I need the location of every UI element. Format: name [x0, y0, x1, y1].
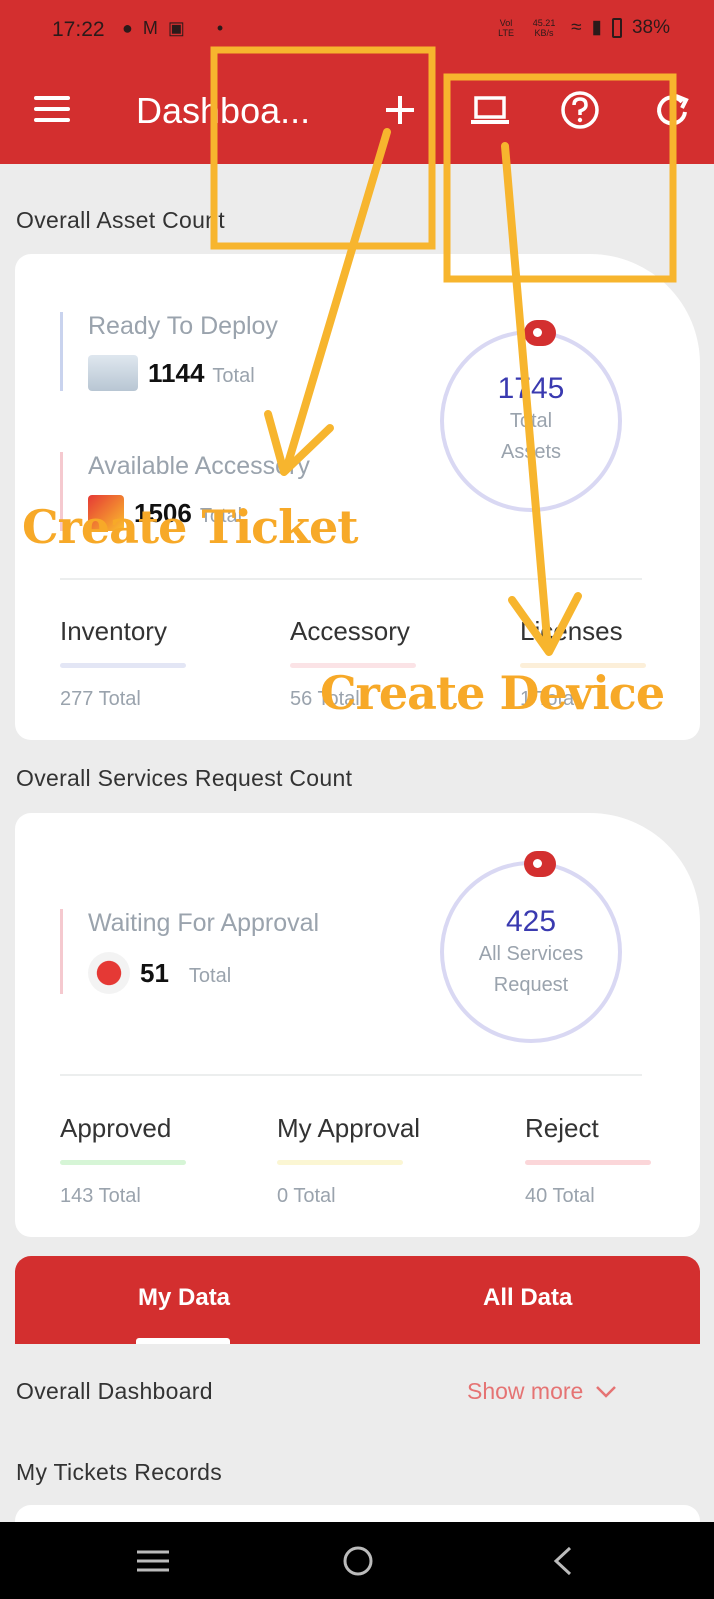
- create-device-annotation: Create Device: [320, 666, 665, 720]
- laptop-highlight-box: [443, 73, 677, 283]
- create-device-arrow: [501, 142, 552, 654]
- create-ticket-annotation: Create Ticket: [22, 500, 359, 554]
- add-highlight-box: [210, 46, 436, 250]
- create-ticket-arrow: [282, 128, 391, 474]
- annotation-overlay: [210, 46, 677, 656]
